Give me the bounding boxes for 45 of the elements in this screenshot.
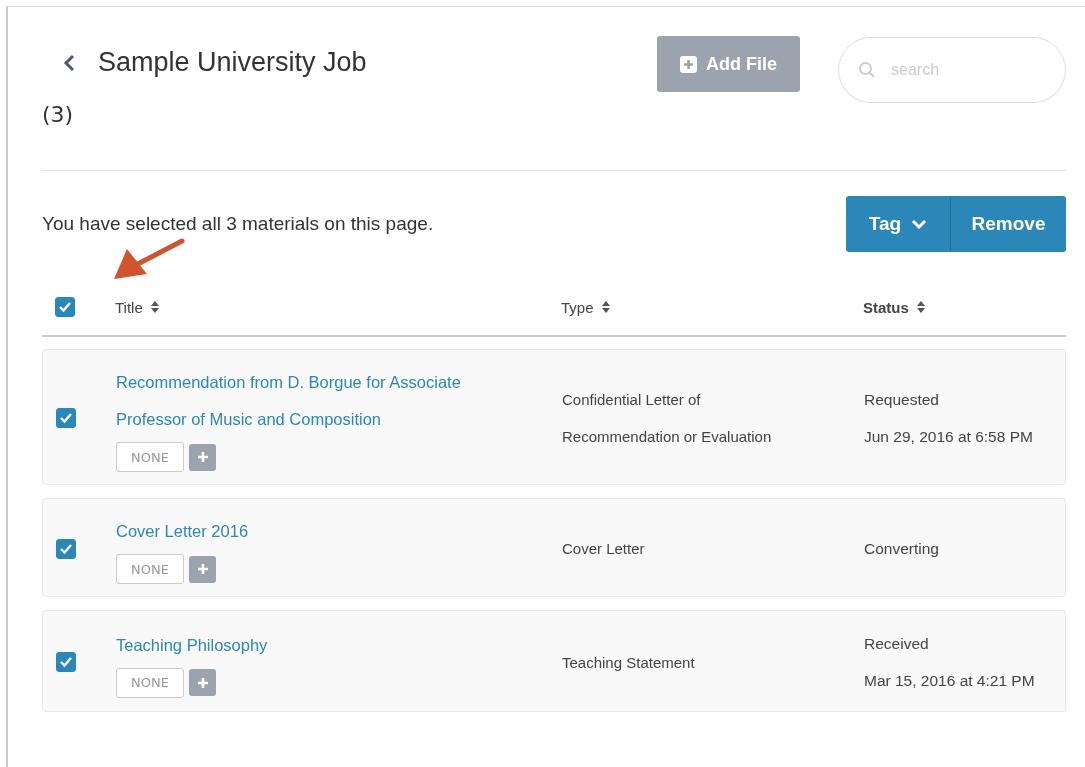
status-date: Mar 15, 2016 at 4:21 PM	[864, 671, 1036, 691]
back-button[interactable]	[62, 52, 76, 73]
remove-button[interactable]: Remove	[951, 196, 1066, 252]
checkmark-icon	[59, 656, 73, 668]
add-tag-button[interactable]	[189, 555, 216, 583]
status-cell-text: Received	[864, 634, 930, 654]
tag-label: NONE	[116, 442, 184, 472]
row-checkbox[interactable]	[56, 408, 76, 428]
tag-label: NONE	[116, 667, 184, 698]
tag-dropdown-button[interactable]: Tag	[846, 196, 951, 252]
row-checkbox[interactable]	[56, 538, 76, 559]
checkmark-icon	[59, 542, 73, 555]
chevron-left-icon	[62, 52, 76, 73]
chevron-down-icon	[911, 219, 928, 229]
column-header[interactable]: Status	[863, 298, 1066, 316]
selection-message: You have selected all 3 materials on this page.	[42, 213, 434, 235]
add-tag-button[interactable]	[189, 669, 216, 696]
plus-icon	[196, 563, 209, 575]
type-cell-text: Confidential Letter of Recommendation or Evaluation	[562, 390, 773, 447]
search-icon	[858, 61, 876, 79]
column-header[interactable]: Title	[115, 298, 561, 316]
add-file-button[interactable]: Add File	[657, 36, 800, 92]
status-date: Jun 29, 2016 at 6:58 PM	[864, 427, 1034, 447]
sort-icon	[149, 300, 160, 314]
sort-icon	[915, 300, 926, 314]
status-cell-text: Converting	[864, 539, 940, 559]
column-header[interactable]: Type	[561, 298, 863, 316]
material-title-link[interactable]: Recommendation from D. Borgue for Associate Professor of Music and Composition	[116, 364, 536, 438]
sort-icon	[600, 300, 611, 314]
status-cell-text: Requested	[864, 390, 940, 410]
checkmark-icon	[59, 412, 73, 424]
tag-label: NONE	[116, 554, 184, 584]
material-title-link[interactable]: Teaching Philosophy	[116, 626, 536, 664]
plus-icon	[680, 55, 697, 73]
type-cell-text: Cover Letter	[562, 539, 646, 559]
type-cell-text: Teaching Statement	[562, 652, 696, 673]
item-count: (3)	[42, 102, 75, 127]
row-checkbox[interactable]	[56, 652, 76, 672]
plus-icon	[196, 676, 209, 689]
material-title-link[interactable]: Cover Letter 2016	[116, 513, 536, 550]
plus-icon	[196, 451, 209, 463]
add-tag-button[interactable]	[189, 443, 216, 471]
select-all-checkbox[interactable]	[55, 297, 75, 317]
page-title: Sample University Job	[98, 47, 367, 78]
checkmark-icon	[58, 301, 72, 313]
